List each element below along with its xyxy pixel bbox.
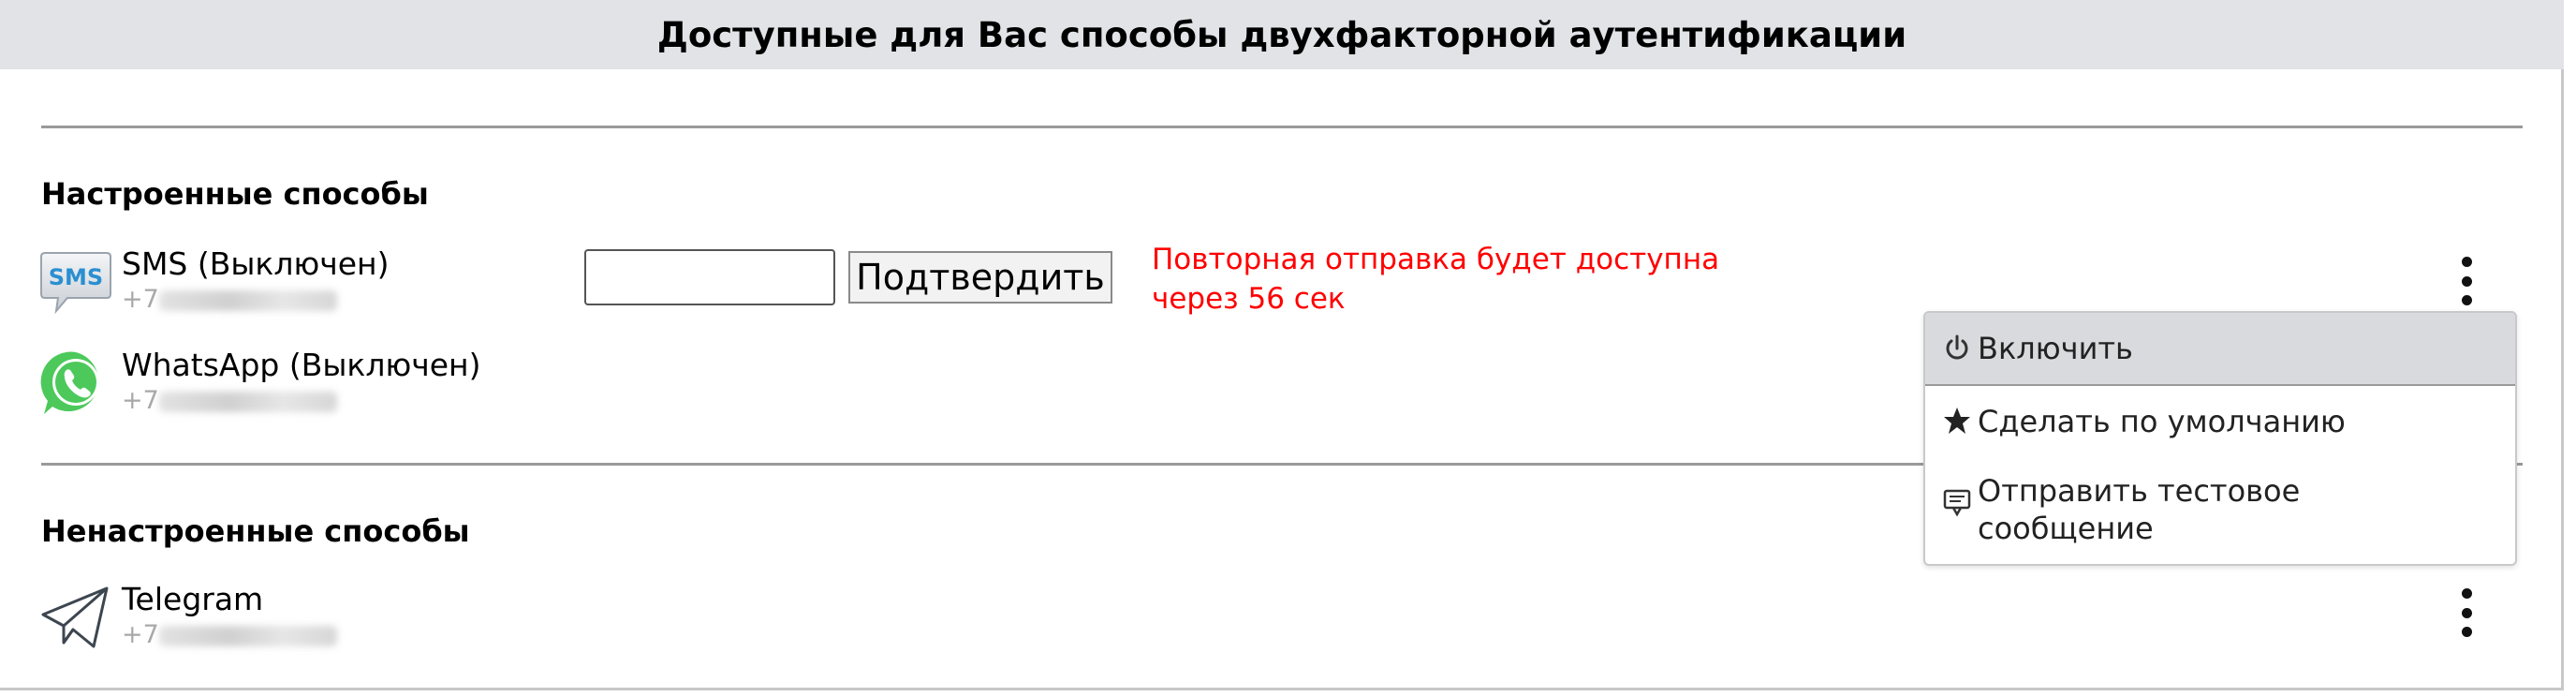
redacted-phone (158, 625, 337, 646)
method-name-telegram: Telegram (122, 581, 264, 617)
confirm-button[interactable]: Подтвердить (848, 251, 1112, 304)
svg-text:SMS: SMS (49, 264, 103, 290)
resend-countdown-note: Повторная отправка будет доступна через … (1152, 243, 1720, 316)
whatsapp-icon (40, 351, 99, 414)
menu-item-label: Включить (1978, 331, 2133, 366)
star-icon (1944, 408, 1970, 434)
verification-code-input[interactable] (584, 249, 835, 305)
power-icon (1946, 334, 1968, 360)
menu-item-set-default[interactable]: Сделать по умолчанию (1925, 403, 2515, 455)
page-header: Доступные для Вас способы двухфакторной … (0, 0, 2564, 69)
page-title: Доступные для Вас способы двухфакторной … (656, 14, 1907, 55)
method-name-sms: SMS (Выключен) (122, 245, 390, 282)
sms-icon: SMS (40, 252, 111, 315)
telegram-icon (41, 586, 109, 648)
menu-item-enable[interactable]: Включить (1925, 313, 2515, 386)
method-name-whatsapp: WhatsApp (Выключен) (122, 347, 481, 383)
message-icon (1943, 489, 1971, 517)
unconfigured-section-title: Ненастроенные способы (41, 513, 470, 549)
method-phone-telegram: +7 (122, 620, 337, 649)
method-options-menu: Включить Сделать по умолчанию Отправить … (1923, 311, 2517, 566)
menu-item-label: Сделать по умолчанию (1978, 404, 2346, 439)
configured-section-title: Настроенные способы (41, 176, 429, 212)
menu-item-send-test[interactable]: Отправить тестовое сообщение (1925, 472, 2515, 556)
two-factor-panel: Доступные для Вас способы двухфакторной … (0, 0, 2564, 690)
method-phone-whatsapp: +7 (122, 386, 337, 415)
redacted-phone (158, 391, 337, 412)
telegram-more-options-icon[interactable] (2452, 585, 2480, 641)
method-phone-sms: +7 (122, 285, 337, 314)
sms-more-options-icon[interactable] (2452, 253, 2480, 309)
top-divider (41, 126, 2523, 128)
redacted-phone (158, 289, 337, 311)
menu-item-label: Отправить тестовое сообщение (1978, 473, 2301, 546)
